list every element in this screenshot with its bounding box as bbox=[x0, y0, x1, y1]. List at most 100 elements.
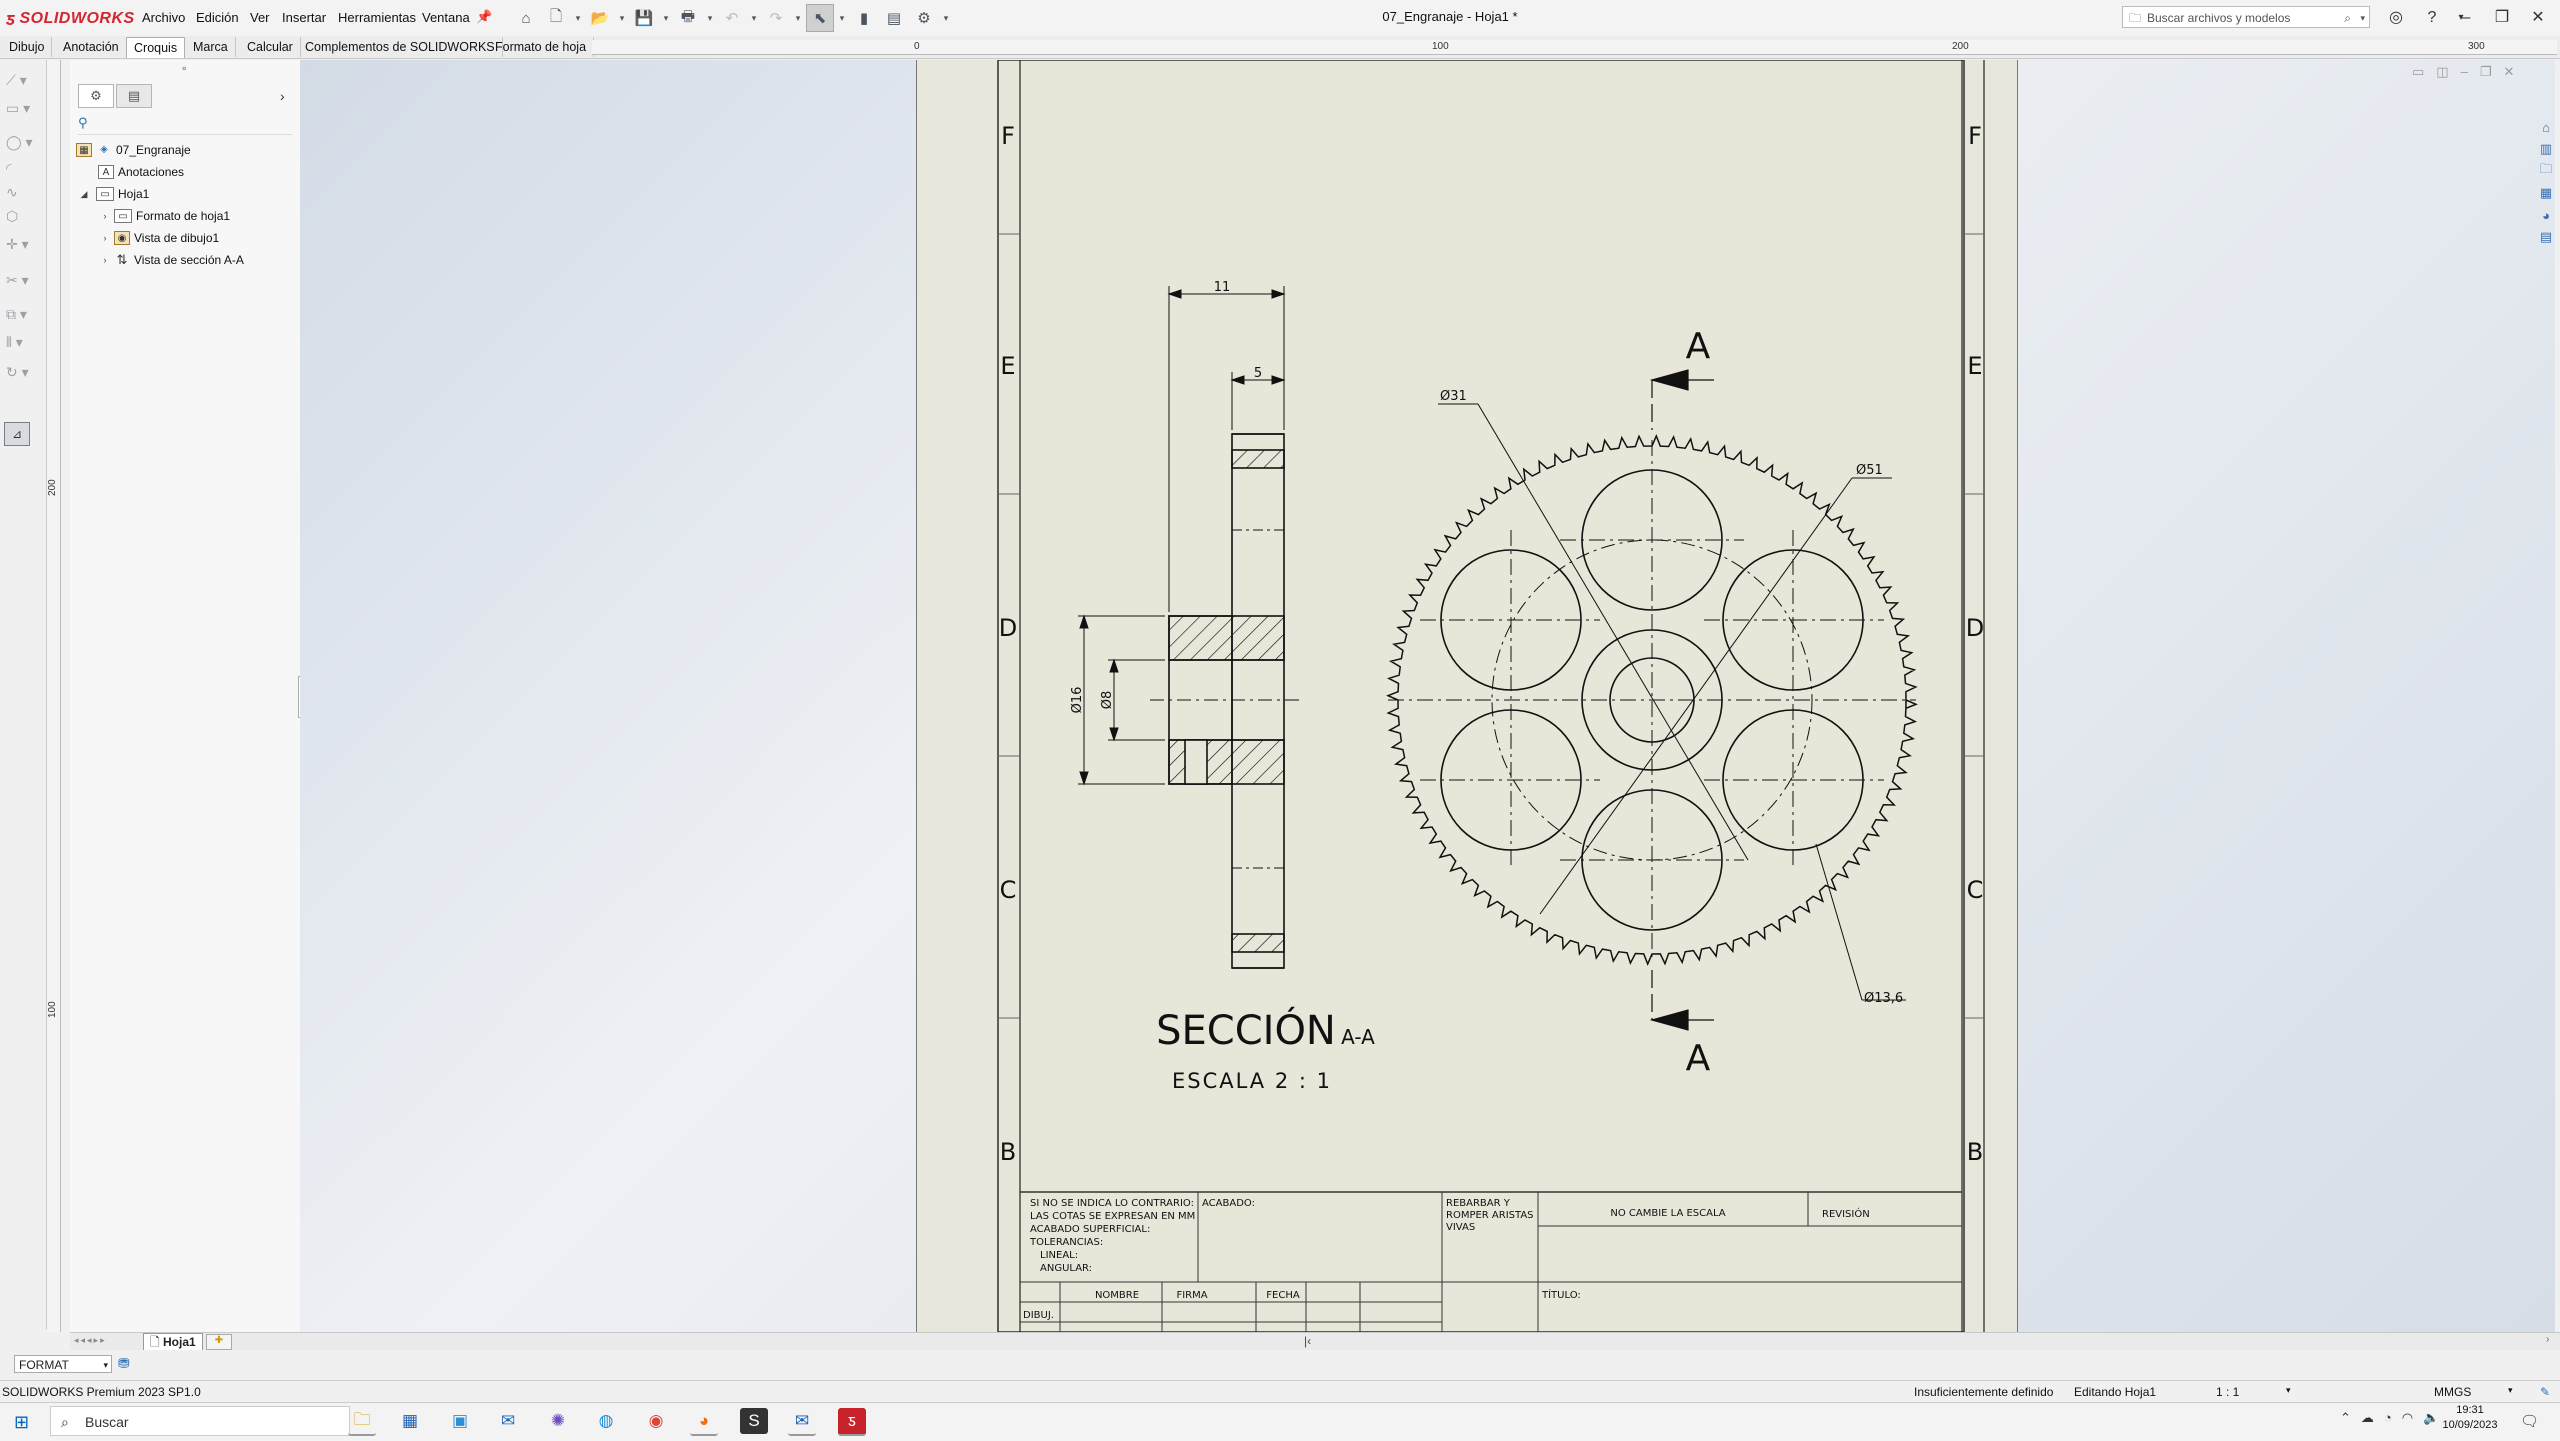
design-library-icon[interactable]: ▥ bbox=[2536, 138, 2556, 160]
tree-item-vista-seccion[interactable]: › ⇅ Vista de sección A-A bbox=[100, 250, 244, 270]
open-dropdown-icon[interactable]: ▾ bbox=[616, 4, 628, 32]
rectangle-tool-icon[interactable]: ▭ ▾ bbox=[6, 100, 40, 122]
undo-dropdown-icon[interactable]: ▾ bbox=[748, 4, 760, 32]
panel-grip-icon[interactable]: ⚬ bbox=[180, 64, 188, 75]
save-icon[interactable]: 💾 bbox=[630, 4, 658, 32]
file-explorer-app-icon[interactable]: 🗀 bbox=[348, 1408, 376, 1436]
menu-insertar[interactable]: Insertar bbox=[278, 8, 330, 28]
dim-outer-circle[interactable]: Ø51 bbox=[1856, 463, 1883, 478]
redo-dropdown-icon[interactable]: ▾ bbox=[792, 4, 804, 32]
windows-start-icon[interactable]: ⊞ bbox=[14, 1412, 29, 1433]
taskbar-clock[interactable]: 19:31 10/09/2023 bbox=[2430, 1403, 2510, 1433]
traffic-light-icon[interactable]: ▮ bbox=[850, 4, 878, 32]
solidworks-resources-icon[interactable]: ⌂ bbox=[2536, 116, 2556, 138]
doc-minimize-icon[interactable]: – bbox=[2461, 64, 2468, 80]
undo-icon[interactable]: ↶ bbox=[718, 4, 746, 32]
tooltip-toggle-icon[interactable]: ✎ bbox=[2540, 1385, 2550, 1399]
drawing-canvas[interactable]: F E D C B F E D C B 11 5 Ø16 Ø8 SECCIÓN … bbox=[916, 60, 2016, 1332]
filter-icon[interactable]: ⚲ bbox=[78, 115, 88, 131]
dim-pitch-circle[interactable]: Ø31 bbox=[1440, 389, 1467, 404]
doc-close-icon[interactable]: ✕ bbox=[2503, 64, 2514, 80]
search-icon[interactable]: ⌕ bbox=[2344, 7, 2351, 29]
sheet-nav-arrows-icon[interactable]: ◂◂◂▸▸ bbox=[74, 1335, 107, 1346]
tab-croquis[interactable]: Croquis bbox=[126, 37, 186, 58]
home-icon[interactable]: ⌂ bbox=[512, 4, 540, 32]
file-explorer-icon[interactable]: 🗀 bbox=[2536, 160, 2556, 182]
feature-tree-tab-icon[interactable]: ⚙ bbox=[78, 84, 114, 108]
onedrive-icon[interactable]: ☁ bbox=[2361, 1410, 2374, 1426]
view-palette-icon[interactable]: ▦ bbox=[2536, 182, 2556, 204]
menu-herramientas[interactable]: Herramientas bbox=[334, 8, 420, 28]
dim-overall-width[interactable]: 11 bbox=[1214, 280, 1231, 295]
wifi-icon[interactable]: ◠ bbox=[2402, 1410, 2413, 1426]
options-gear-icon[interactable]: ⚙ bbox=[910, 4, 938, 32]
solidworks-logo[interactable]: ƽ SOLIDWORKS bbox=[6, 8, 135, 30]
open-icon[interactable]: 📂 bbox=[586, 4, 614, 32]
polygon-tool-icon[interactable]: ⬡ bbox=[6, 208, 40, 230]
tray-overflow-icon[interactable]: ⌃ bbox=[2340, 1410, 2351, 1426]
outlook-app-icon[interactable]: ✉ bbox=[788, 1408, 816, 1436]
minimize-icon[interactable]: – bbox=[2448, 4, 2484, 32]
point-tool-icon[interactable]: ✛ ▾ bbox=[6, 236, 40, 258]
sheet-tab-hoja1[interactable]: 🗋 Hoja1 bbox=[143, 1333, 203, 1351]
search-dropdown-icon[interactable]: ▾ bbox=[2360, 7, 2365, 29]
rapid-sketch-icon[interactable]: ⊿ bbox=[4, 422, 30, 446]
dim-bore-outer[interactable]: Ø16 bbox=[1070, 687, 1085, 714]
doc-restore-icon[interactable]: ❐ bbox=[2480, 64, 2492, 80]
tab-formato-de-hoja[interactable]: Formato de hoja bbox=[488, 37, 595, 57]
menu-ventana[interactable]: Ventana bbox=[418, 8, 474, 28]
tab-anotacion[interactable]: Anotación bbox=[56, 37, 127, 57]
expand-arrow-icon[interactable]: › bbox=[100, 206, 110, 226]
scroll-right-icon[interactable]: › bbox=[2546, 1334, 2549, 1345]
units-dropdown-icon[interactable]: ▾ bbox=[2508, 1385, 2513, 1396]
circle-tool-icon[interactable]: ◯ ▾ bbox=[6, 134, 40, 156]
menu-archivo[interactable]: Archivo bbox=[138, 8, 189, 28]
user-account-icon[interactable]: ◎ bbox=[2376, 4, 2416, 32]
spline-tool-icon[interactable]: ∿ bbox=[6, 184, 40, 206]
layer-properties-icon[interactable]: ⛃ bbox=[118, 1355, 130, 1372]
photos-app-icon[interactable]: ▣ bbox=[446, 1408, 474, 1434]
select-dropdown-icon[interactable]: ▾ bbox=[836, 4, 848, 32]
trim-tool-icon[interactable]: ✂ ▾ bbox=[6, 272, 40, 294]
status-units[interactable]: MMGS bbox=[2434, 1385, 2471, 1399]
offset-tool-icon[interactable]: ⧉ ▾ bbox=[6, 306, 40, 328]
restore-icon[interactable]: ❐ bbox=[2484, 4, 2520, 32]
network-icon[interactable]: ◔ bbox=[2384, 1410, 2392, 1426]
custom-properties-icon[interactable]: ▤ bbox=[2536, 226, 2556, 248]
dim-hub-width[interactable]: 5 bbox=[1254, 366, 1262, 381]
copilot-app-icon[interactable]: ✺ bbox=[544, 1408, 572, 1434]
tree-item-formato[interactable]: › ▭ Formato de hoja1 bbox=[100, 206, 230, 226]
tree-item-anotaciones[interactable]: A Anotaciones bbox=[98, 162, 184, 182]
redo-icon[interactable]: ↷ bbox=[762, 4, 790, 32]
scale-dropdown-icon[interactable]: ▾ bbox=[2286, 1385, 2291, 1396]
tile-horizontal-icon[interactable]: ▭ bbox=[2412, 64, 2424, 80]
line-tool-icon[interactable]: ⟋ ▾ bbox=[6, 72, 40, 94]
appearances-icon[interactable]: ◕ bbox=[2536, 204, 2556, 226]
save-dropdown-icon[interactable]: ▾ bbox=[660, 4, 672, 32]
arc-tool-icon[interactable]: ◜ bbox=[6, 160, 40, 182]
sublime-app-icon[interactable]: S bbox=[740, 1408, 768, 1434]
file-properties-icon[interactable]: ▤ bbox=[880, 4, 908, 32]
expand-panel-arrow-icon[interactable]: › bbox=[280, 88, 285, 104]
search-input[interactable]: 🗀 Buscar archivos y modelos ⌕ ▾ bbox=[2122, 6, 2370, 28]
status-scale[interactable]: 1 : 1 bbox=[2216, 1385, 2239, 1399]
add-sheet-icon[interactable]: ✚ bbox=[206, 1334, 232, 1350]
property-manager-tab-icon[interactable]: ▤ bbox=[116, 84, 152, 108]
tree-root[interactable]: ▦ ◈ 07_Engranaje bbox=[76, 140, 191, 160]
horizontal-scroll-handle[interactable]: |‹ bbox=[1304, 1334, 1311, 1348]
options-dropdown-icon[interactable]: ▾ bbox=[940, 4, 952, 32]
new-document-icon[interactable]: 🗋 bbox=[542, 4, 570, 32]
mail-app-icon[interactable]: ✉ bbox=[494, 1408, 522, 1434]
print-icon[interactable]: 🖶 bbox=[674, 4, 702, 32]
notifications-icon[interactable]: 🗨 bbox=[2520, 1412, 2539, 1430]
tree-item-vista-dibujo[interactable]: › ◉ Vista de dibujo1 bbox=[100, 228, 219, 248]
tab-complementos[interactable]: Complementos de SOLIDWORKS bbox=[298, 37, 503, 57]
new-dropdown-icon[interactable]: ▾ bbox=[572, 4, 584, 32]
solidworks-app-icon[interactable]: ƽ bbox=[838, 1408, 866, 1436]
menu-edicion[interactable]: Edición bbox=[192, 8, 243, 28]
tree-filter[interactable]: ⚲ bbox=[78, 112, 292, 135]
chrome-app-icon[interactable]: ◉ bbox=[642, 1408, 670, 1434]
tile-vertical-icon[interactable]: ◫ bbox=[2436, 64, 2448, 80]
taskbar-search-input[interactable]: ⌕ Buscar bbox=[50, 1406, 350, 1436]
pin-icon[interactable]: 📌 bbox=[476, 9, 492, 25]
